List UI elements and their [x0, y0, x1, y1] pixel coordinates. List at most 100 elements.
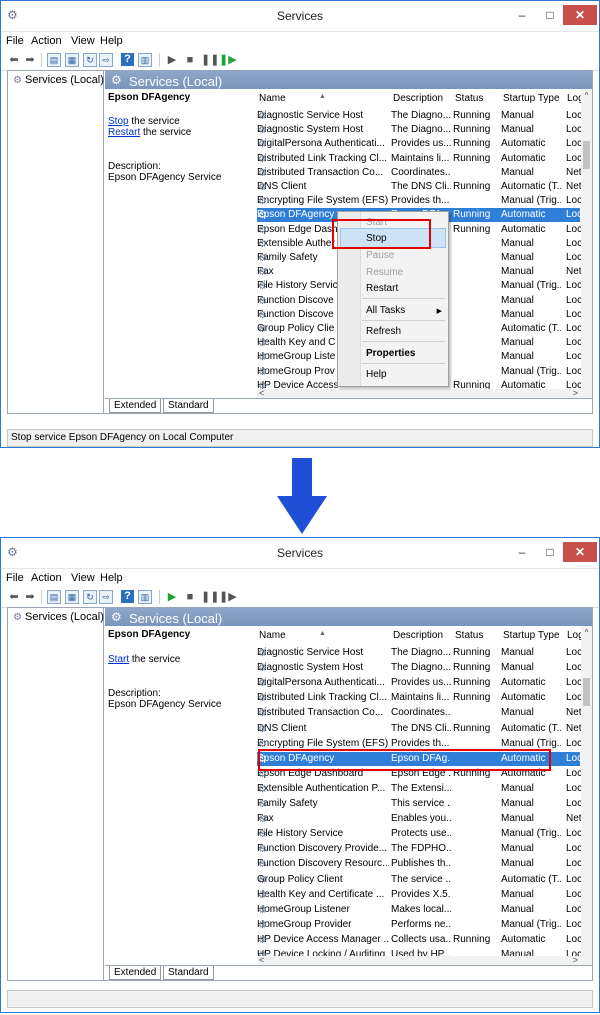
- column-header-startup-type[interactable]: Startup Type: [503, 630, 560, 641]
- table-row[interactable]: ⚙ HP Device Access Manager ... Collects us…: [257, 933, 582, 947]
- scroll-up-icon[interactable]: ^: [581, 628, 592, 637]
- stop-service-icon[interactable]: ■: [183, 53, 197, 67]
- forward-icon[interactable]: ➡: [23, 53, 37, 67]
- tab-standard[interactable]: Standard: [163, 399, 214, 413]
- column-header-description[interactable]: Description: [393, 630, 443, 641]
- restart-service-icon[interactable]: ❚▶: [219, 53, 237, 67]
- menu-item-refresh[interactable]: Refresh: [366, 326, 401, 337]
- vertical-scrollbar[interactable]: ^ v: [581, 626, 592, 966]
- start-service-icon[interactable]: ▶: [165, 590, 179, 604]
- restart-service-link[interactable]: Restart: [108, 127, 140, 138]
- menu-separator: [362, 363, 445, 364]
- scroll-up-icon[interactable]: ^: [581, 91, 592, 100]
- menu-file[interactable]: File: [6, 572, 24, 584]
- table-row[interactable]: ⚙ Distributed Link Tracking Cl... Maintain…: [257, 152, 582, 166]
- table-row[interactable]: ⚙ File History Service Protects use... Manu…: [257, 827, 582, 841]
- tree-item-services-local[interactable]: ⚙ Services (Local): [12, 74, 104, 86]
- close-button[interactable]: ✕: [563, 542, 597, 562]
- table-row[interactable]: ⚙ Health Key and Certificate ... Provides …: [257, 888, 582, 902]
- menu-view[interactable]: View: [71, 572, 95, 584]
- properties-icon[interactable]: ▥: [138, 53, 152, 67]
- refresh-icon[interactable]: ↻: [83, 53, 97, 67]
- tab-extended[interactable]: Extended: [109, 966, 162, 980]
- column-header-description[interactable]: Description: [393, 93, 443, 104]
- table-row[interactable]: ⚙ Diagnostic Service Host The Diagno... Run…: [257, 109, 582, 123]
- menu-item-help[interactable]: Help: [366, 369, 387, 380]
- table-row[interactable]: ⚙ DNS Client The DNS Cli... Running Automati…: [257, 180, 582, 194]
- table-row[interactable]: ⚙ Function Discovery Provide... The FDPHO.…: [257, 842, 582, 856]
- service-name-text: Function Discove: [257, 308, 334, 320]
- service-gear-icon: ⚙: [258, 844, 267, 855]
- scroll-right-icon[interactable]: >: [573, 388, 578, 398]
- gear-icon: ⚙: [13, 75, 22, 86]
- start-service-link[interactable]: Start: [108, 654, 129, 665]
- menu-item-restart[interactable]: Restart: [366, 283, 398, 294]
- list-view-icon[interactable]: ▦: [65, 590, 79, 604]
- menu-item-properties[interactable]: Properties: [366, 348, 415, 359]
- column-header-name[interactable]: Name: [259, 93, 286, 104]
- table-row[interactable]: ⚙ Function Discovery Resourc... Publishes …: [257, 857, 582, 871]
- tree-item-services-local[interactable]: ⚙ Services (Local): [12, 611, 104, 623]
- scroll-left-icon[interactable]: <: [259, 388, 264, 398]
- maximize-button[interactable]: □: [537, 542, 563, 562]
- show-hide-tree-icon[interactable]: ▤: [47, 590, 61, 604]
- help-icon[interactable]: ?: [121, 590, 134, 603]
- tab-standard[interactable]: Standard: [163, 966, 214, 980]
- table-row[interactable]: ⚙ Extensible Authentication P... The Exten…: [257, 782, 582, 796]
- table-row[interactable]: ⚙ HomeGroup Provider Performs ne... Manual …: [257, 918, 582, 932]
- scroll-left-icon[interactable]: <: [259, 955, 264, 965]
- table-row[interactable]: ⚙ Group Policy Client The service ... Autom…: [257, 873, 582, 887]
- scroll-right-icon[interactable]: >: [573, 955, 578, 965]
- table-row[interactable]: ⚙ Diagnostic Service Host The Diagno... Run…: [257, 646, 582, 660]
- refresh-icon[interactable]: ↻: [83, 590, 97, 604]
- table-row[interactable]: ⚙ Diagnostic System Host The Diagno... Runn…: [257, 123, 582, 137]
- table-row[interactable]: ⚙ DNS Client The DNS Cli... Running Automati…: [257, 722, 582, 736]
- table-row[interactable]: ⚙ DigitalPersona Authenticati... Provides …: [257, 676, 582, 690]
- table-row[interactable]: ⚙ Fax Enables you... Manual Net: [257, 812, 582, 826]
- toolbar-separator: [41, 53, 42, 67]
- column-header-startup-type[interactable]: Startup Type: [503, 93, 560, 104]
- menu-file[interactable]: File: [6, 35, 24, 47]
- table-row[interactable]: ⚙ Encrypting File System (EFS) Provides th…: [257, 194, 582, 208]
- back-icon[interactable]: ⬅: [7, 590, 21, 604]
- service-description-cell: Provides th...: [391, 737, 450, 749]
- list-header: ▲ Name Description Status Startup Type L…: [257, 626, 592, 644]
- table-row[interactable]: ⚙ Distributed Link Tracking Cl... Maintain…: [257, 691, 582, 705]
- close-button[interactable]: ✕: [563, 5, 597, 25]
- toolbar-separator: [159, 53, 160, 67]
- table-row[interactable]: ⚙ Diagnostic System Host The Diagno... Runn…: [257, 661, 582, 675]
- menu-item-all-tasks[interactable]: All Tasks: [366, 305, 405, 316]
- menu-help[interactable]: Help: [100, 35, 123, 47]
- forward-icon[interactable]: ➡: [23, 590, 37, 604]
- list-view-icon[interactable]: ▦: [65, 53, 79, 67]
- column-header-status[interactable]: Status: [455, 93, 483, 104]
- help-icon[interactable]: ?: [121, 53, 134, 66]
- pause-service-icon[interactable]: ❚❚: [201, 53, 219, 67]
- scroll-thumb[interactable]: [583, 678, 590, 706]
- column-header-name[interactable]: Name: [259, 630, 286, 641]
- service-description-cell: The service ...: [391, 873, 451, 885]
- column-header-status[interactable]: Status: [455, 630, 483, 641]
- table-row[interactable]: ⚙ Distributed Transaction Co... Coordinate…: [257, 166, 582, 180]
- maximize-button[interactable]: □: [537, 5, 563, 25]
- table-row[interactable]: ⚙ HomeGroup Listener Makes local... Manual L…: [257, 903, 582, 917]
- menu-action[interactable]: Action: [31, 572, 62, 584]
- menu-help[interactable]: Help: [100, 572, 123, 584]
- tab-extended[interactable]: Extended: [109, 399, 162, 413]
- minimize-button[interactable]: –: [509, 5, 535, 25]
- export-list-icon[interactable]: ⇨: [99, 53, 113, 67]
- vertical-scrollbar[interactable]: ^ v: [581, 89, 592, 399]
- table-row[interactable]: ⚙ Family Safety This service ... Manual Loc: [257, 797, 582, 811]
- export-list-icon[interactable]: ⇨: [99, 590, 113, 604]
- properties-icon[interactable]: ▥: [138, 590, 152, 604]
- service-name-text: Distributed Link Tracking Cl...: [257, 692, 388, 704]
- menu-view[interactable]: View: [71, 35, 95, 47]
- table-row[interactable]: ⚙ DigitalPersona Authenticati... Provides …: [257, 137, 582, 151]
- scroll-thumb[interactable]: [583, 141, 590, 169]
- table-row[interactable]: ⚙ Distributed Transaction Co... Coordinate…: [257, 706, 582, 720]
- stop-service-link[interactable]: Stop: [108, 116, 129, 127]
- show-hide-tree-icon[interactable]: ▤: [47, 53, 61, 67]
- back-icon[interactable]: ⬅: [7, 53, 21, 67]
- minimize-button[interactable]: –: [509, 542, 535, 562]
- menu-action[interactable]: Action: [31, 35, 62, 47]
